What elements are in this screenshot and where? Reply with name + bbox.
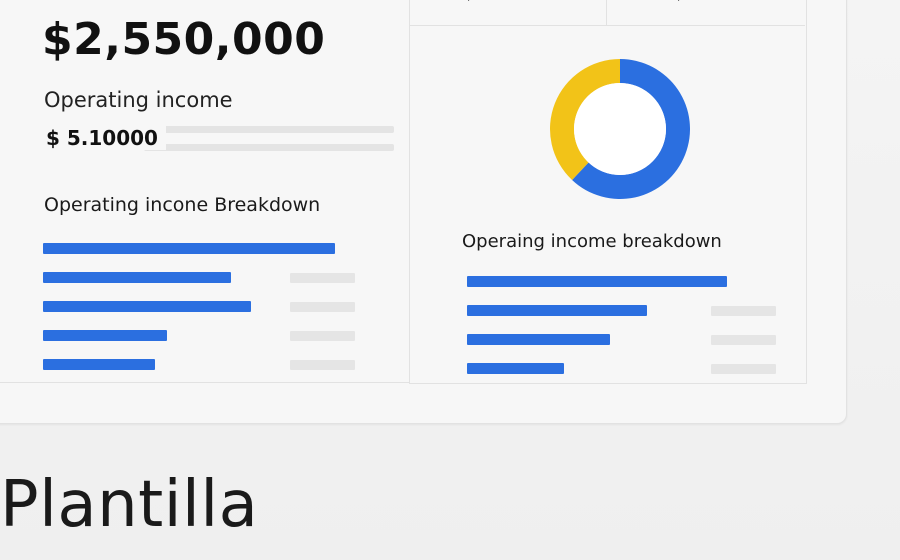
footer-title: Plantilla <box>0 468 259 542</box>
donut-chart <box>524 58 716 200</box>
left-breakdown-bar-5 <box>43 359 155 370</box>
amount-placeholder-line-bottom <box>144 144 394 151</box>
left-breakdown-bar-1 <box>43 243 335 254</box>
left-breakdown-placeholder-4 <box>290 331 355 341</box>
left-breakdown-placeholder-3 <box>290 302 355 312</box>
right-breakdown-bar-4 <box>467 363 564 374</box>
right-breakdown-bar-3 <box>467 334 610 345</box>
left-breakdown-placeholder-2 <box>290 273 355 283</box>
left-breakdown-placeholder-5 <box>290 360 355 370</box>
left-panel-divider <box>0 382 409 383</box>
stat-divider <box>606 0 607 25</box>
total-value: $2,550,000 <box>42 14 326 65</box>
right-breakdown-title: Operaing income breakdown <box>462 231 722 252</box>
donut-hole <box>574 83 666 175</box>
donut-svg <box>550 59 690 199</box>
right-breakdown-bar-2 <box>467 305 647 316</box>
right-breakdown-placeholder-2 <box>711 306 776 316</box>
left-breakdown-bar-3 <box>43 301 251 312</box>
right-breakdown-placeholder-3 <box>711 335 776 345</box>
operating-income-value: $ 5.10000 <box>46 126 166 150</box>
amount-placeholder-line-top <box>144 126 394 133</box>
left-breakdown-bar-4 <box>43 330 167 341</box>
left-breakdown-bar-2 <box>43 272 231 283</box>
left-breakdown-title: Operating incone Breakdown <box>44 194 321 216</box>
stat-row: $ 7,500 $7, 100 <box>409 0 805 26</box>
operating-income-label: Operating income <box>44 88 233 112</box>
right-breakdown-bar-1 <box>467 276 727 287</box>
operating-income-amount-row: $ 5.10000 <box>44 126 396 154</box>
stat-a: $ 7,500 <box>463 0 539 26</box>
right-breakdown-placeholder-4 <box>711 364 776 374</box>
stat-b: $7, 100 <box>673 0 749 26</box>
